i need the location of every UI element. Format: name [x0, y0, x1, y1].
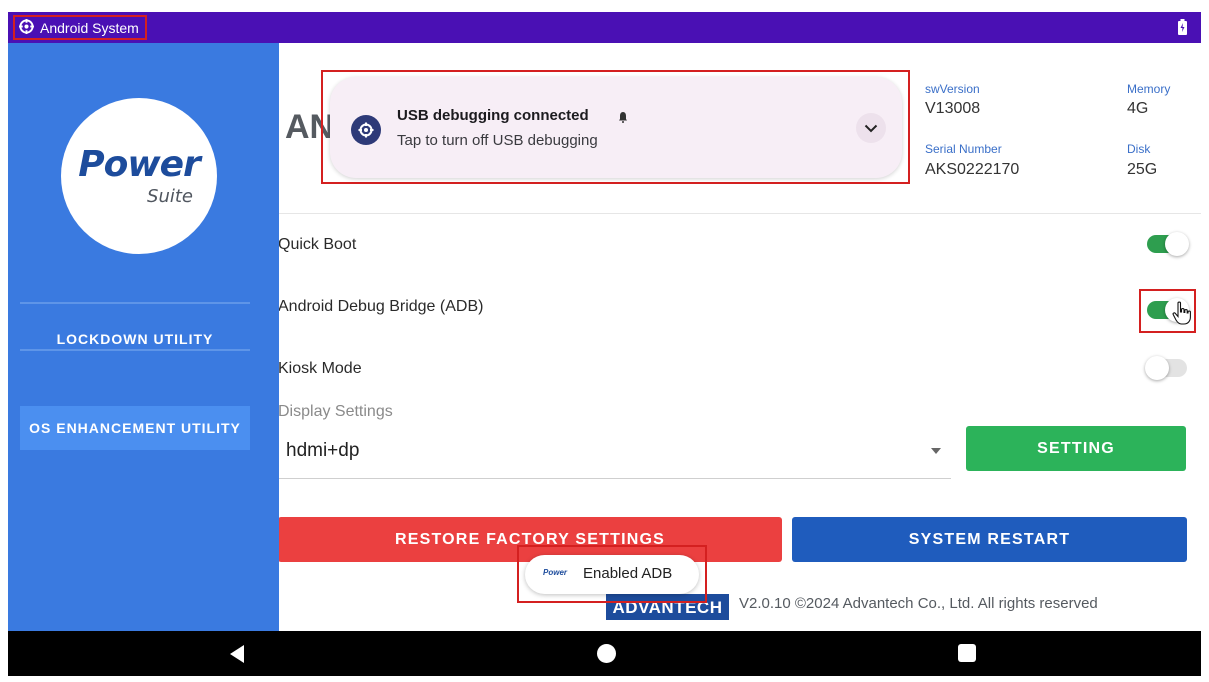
- header-divider: [279, 213, 1201, 214]
- sidebar-item-os-enhancement-utility[interactable]: OS ENHANCEMENT UTILITY: [20, 406, 250, 450]
- notification-subtitle: Tap to turn off USB debugging: [397, 132, 598, 149]
- kiosk-mode-label: Kiosk Mode: [278, 360, 362, 377]
- dropdown-arrow-icon[interactable]: [931, 448, 941, 454]
- disk-label: Disk: [1127, 142, 1151, 156]
- toast-app-logo: Power: [543, 568, 568, 577]
- battery-charging-icon: [1178, 19, 1187, 35]
- sidebar-item-label: OS ENHANCEMENT UTILITY: [29, 420, 241, 436]
- disk-value: 25G: [1127, 161, 1158, 178]
- toast-message: Enabled ADB: [583, 565, 673, 582]
- notification-highlight: USB debugging connected Tap to turn off …: [321, 70, 910, 184]
- navigation-bar: [8, 631, 1201, 676]
- sidebar-item-lockdown-utility[interactable]: LOCKDOWN UTILITY: [20, 317, 250, 361]
- restart-button-label: SYSTEM RESTART: [908, 530, 1071, 548]
- status-bar-app-tag: Android System: [13, 15, 147, 40]
- memory-label: Memory: [1127, 82, 1171, 96]
- dropdown-underline: [279, 478, 951, 479]
- toggle-thumb: [1145, 356, 1169, 380]
- usb-debugging-notification[interactable]: USB debugging connected Tap to turn off …: [330, 77, 902, 178]
- sidebar-divider: [20, 302, 250, 304]
- gear-icon: [351, 115, 381, 145]
- sw-version-value: V13008: [925, 100, 981, 117]
- back-icon[interactable]: [230, 645, 244, 663]
- logo-subword: Suite: [147, 186, 193, 207]
- chevron-down-icon[interactable]: [856, 113, 886, 143]
- quick-boot-label: Quick Boot: [278, 236, 357, 253]
- hand-cursor-icon: [1172, 301, 1192, 330]
- display-mode-select[interactable]: hdmi+dp: [286, 440, 359, 462]
- panel-edge: [275, 43, 279, 631]
- serial-number-label: Serial Number: [925, 142, 1002, 156]
- memory-value: 4G: [1127, 100, 1149, 117]
- notification-title: USB debugging connected: [397, 107, 589, 124]
- sidebar: Power Suite LOCKDOWN UTILITY OS ENHANCEM…: [8, 43, 275, 631]
- home-icon[interactable]: [597, 644, 616, 663]
- logo-word: Power: [78, 144, 201, 185]
- quick-boot-toggle[interactable]: [1145, 231, 1189, 256]
- adb-label: Android Debug Bridge (ADB): [278, 298, 484, 315]
- kiosk-mode-toggle[interactable]: [1145, 355, 1189, 380]
- sidebar-item-label: LOCKDOWN UTILITY: [56, 331, 214, 347]
- toggle-thumb: [1165, 232, 1189, 256]
- setting-button-label: SETTING: [1037, 439, 1115, 457]
- recents-icon[interactable]: [958, 644, 976, 662]
- display-settings-label: Display Settings: [278, 403, 393, 420]
- power-suite-logo: Power Suite: [61, 98, 217, 254]
- setting-button[interactable]: SETTING: [966, 426, 1186, 471]
- serial-number-value: AKS0222170: [925, 161, 1020, 178]
- sw-version-label: swVersion: [925, 82, 980, 96]
- system-restart-button[interactable]: SYSTEM RESTART: [792, 517, 1187, 562]
- status-bar-app-label: Android System: [40, 19, 139, 36]
- toast: Power Enabled ADB: [525, 555, 699, 594]
- sidebar-divider: [20, 349, 250, 351]
- device-screen: Android System Power Suite LOCKDOWN UTIL…: [8, 12, 1201, 676]
- toast-highlight: Power Enabled ADB: [517, 545, 707, 603]
- alert-bell-icon: [618, 110, 628, 123]
- copyright-text: V2.0.10 ©2024 Advantech Co., Ltd. All ri…: [739, 595, 1098, 612]
- status-bar: Android System: [8, 12, 1201, 43]
- gear-icon: [19, 18, 34, 37]
